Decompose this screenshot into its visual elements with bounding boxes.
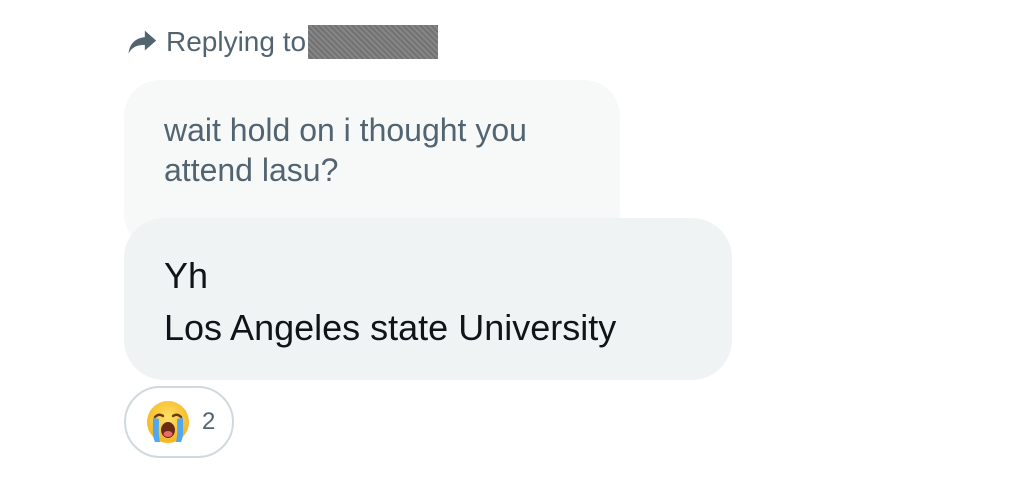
loudly-crying-face-icon	[144, 398, 192, 446]
quoted-message-line: wait hold on i thought you	[164, 112, 527, 148]
reaction-pill[interactable]: 2	[124, 386, 234, 458]
message-line: Los Angeles state University	[164, 307, 617, 348]
message-line: Yh	[164, 255, 209, 296]
quoted-message-line: attend lasu?	[164, 152, 339, 188]
redacted-username	[308, 25, 439, 59]
replying-to-label: Replying to	[166, 26, 307, 57]
reply-arrow-icon	[124, 24, 160, 60]
replying-to-header: Replying to	[124, 24, 439, 60]
reaction-count: 2	[202, 408, 216, 435]
message-bubble[interactable]: Yh Los Angeles state University	[124, 218, 732, 380]
